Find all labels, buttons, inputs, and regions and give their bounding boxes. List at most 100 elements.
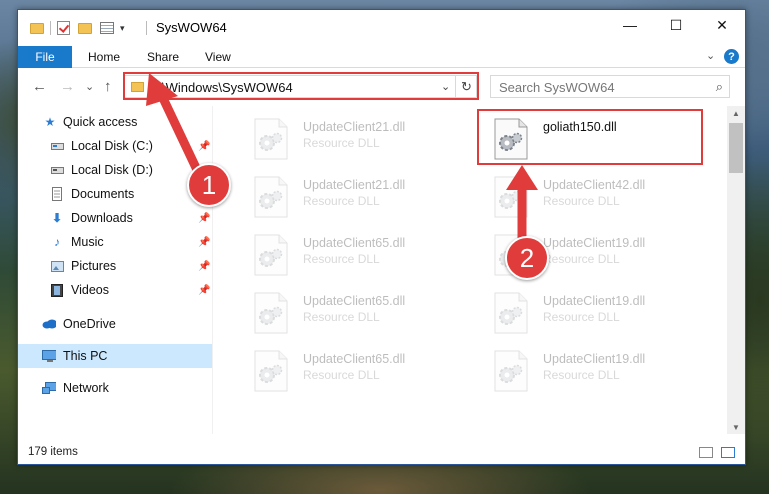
pin-icon: 📌: [198, 140, 211, 152]
sidebar-item-quick-access[interactable]: ★ Quick access: [18, 110, 212, 134]
cloud-icon: [42, 317, 56, 331]
file-item[interactable]: UpdateClient65.dll Resource DLL: [253, 230, 483, 282]
title-divider: [146, 21, 147, 35]
sidebar-item-downloads[interactable]: ⬇ Downloads 📌: [18, 206, 212, 230]
recent-locations-button[interactable]: ⌄: [85, 80, 94, 93]
sidebar-item-videos[interactable]: Videos 📌: [18, 278, 212, 302]
help-icon[interactable]: ?: [724, 49, 739, 64]
vertical-scrollbar[interactable]: ▲ ▼: [727, 106, 745, 434]
status-bar: 179 items: [18, 442, 745, 464]
sidebar-item-label: Music: [71, 235, 104, 249]
maximize-button[interactable]: ☐: [653, 10, 699, 40]
details-view-icon[interactable]: [699, 447, 713, 458]
sidebar-item-label: Videos: [71, 283, 109, 297]
file-name: UpdateClient65.dll: [303, 294, 406, 308]
folder-icon[interactable]: [30, 22, 44, 34]
sidebar-item-documents[interactable]: Documents: [18, 182, 212, 206]
file-item[interactable]: UpdateClient21.dll Resource DLL: [253, 114, 483, 166]
file-type: Resource DLL: [303, 368, 380, 382]
sidebar-item-label: Network: [63, 381, 109, 395]
ribbon-tabs: File Home Share View ⌄ ?: [18, 46, 745, 68]
close-button[interactable]: ✕: [699, 10, 745, 40]
sidebar-item-this-pc[interactable]: This PC: [18, 344, 212, 368]
file-item[interactable]: UpdateClient19.dll Resource DLL: [493, 346, 723, 398]
up-button[interactable]: ↑: [104, 78, 112, 95]
file-name: UpdateClient19.dll: [543, 236, 646, 250]
file-name: UpdateClient19.dll: [543, 294, 646, 308]
file-type: Resource DLL: [303, 136, 380, 150]
search-input[interactable]: Search SysWOW64: [499, 80, 615, 95]
large-icons-view-icon[interactable]: [721, 447, 735, 458]
expand-ribbon-icon[interactable]: ⌄: [706, 49, 715, 62]
forward-button[interactable]: →: [60, 78, 75, 95]
sidebar-item-label: Documents: [71, 187, 135, 201]
toolbar-divider: [50, 21, 51, 35]
properties-icon[interactable]: [100, 22, 114, 34]
file-list: UpdateClient21.dll Resource DLL UpdateClie…: [213, 106, 727, 434]
pin-icon: 📌: [198, 236, 211, 248]
videos-icon: [50, 283, 64, 297]
tab-home[interactable]: Home: [88, 50, 120, 64]
scroll-down-icon[interactable]: ▼: [727, 420, 745, 434]
back-button[interactable]: ←: [32, 78, 47, 95]
sidebar-item-label: Local Disk (D:): [71, 163, 153, 177]
sidebar-item-label: Quick access: [63, 115, 138, 129]
network-icon: [42, 381, 56, 395]
customize-toolbar-dropdown-icon[interactable]: ▾: [120, 23, 125, 34]
file-item[interactable]: UpdateClient65.dll Resource DLL: [253, 288, 483, 340]
tab-share[interactable]: Share: [147, 50, 179, 64]
file-name: UpdateClient21.dll: [303, 178, 406, 192]
file-type: Resource DLL: [543, 252, 620, 266]
sidebar-item-label: This PC: [63, 349, 108, 363]
dll-file-icon: [493, 176, 529, 218]
tab-view[interactable]: View: [205, 50, 231, 64]
address-highlight-box: [123, 72, 479, 100]
window-title: SysWOW64: [156, 20, 227, 35]
music-icon: ♪: [54, 235, 60, 249]
search-icon[interactable]: ⌕: [716, 79, 723, 95]
properties-check-icon[interactable]: [57, 21, 70, 35]
computer-icon: [42, 349, 56, 363]
downloads-icon: ⬇: [51, 211, 63, 225]
file-name: UpdateClient21.dll: [303, 120, 406, 134]
sidebar-item-local-disk-d[interactable]: Local Disk (D:): [18, 158, 212, 182]
navigation-bar: ← → ⌄ ↑ C:\Windows\SysWOW64 ⌄ ↻ Search S…: [18, 69, 745, 105]
sidebar-item-label: Downloads: [71, 211, 133, 225]
pin-icon: 📌: [198, 260, 211, 272]
file-highlight-box: [477, 109, 703, 165]
dll-file-icon: [493, 350, 529, 392]
drive-icon: [50, 139, 64, 153]
file-item[interactable]: UpdateClient19.dll Resource DLL: [493, 288, 723, 340]
scroll-thumb[interactable]: [729, 123, 743, 173]
file-name: UpdateClient19.dll: [543, 352, 646, 366]
file-type: Resource DLL: [543, 368, 620, 382]
file-type: Resource DLL: [543, 310, 620, 324]
tab-file[interactable]: File: [18, 46, 72, 68]
sidebar-item-music[interactable]: ♪ Music 📌: [18, 230, 212, 254]
item-count: 179 items: [28, 446, 78, 458]
minimize-button[interactable]: —: [607, 10, 653, 40]
drive-icon: [50, 163, 64, 177]
dll-file-icon: [253, 292, 289, 334]
dll-file-icon: [253, 234, 289, 276]
file-type: Resource DLL: [303, 310, 380, 324]
dll-file-icon: [253, 176, 289, 218]
file-item[interactable]: UpdateClient21.dll Resource DLL: [253, 172, 483, 224]
pictures-icon: [50, 259, 64, 273]
scroll-up-icon[interactable]: ▲: [727, 106, 745, 120]
search-box[interactable]: Search SysWOW64 ⌕: [490, 75, 730, 98]
title-bar: ▾ SysWOW64 — ☐ ✕: [18, 10, 745, 46]
sidebar-item-network[interactable]: Network: [18, 376, 212, 400]
file-item[interactable]: UpdateClient42.dll Resource DLL: [493, 172, 723, 224]
sidebar-item-local-disk-c[interactable]: Local Disk (C:) 📌: [18, 134, 212, 158]
new-folder-icon[interactable]: [78, 22, 92, 34]
documents-icon: [50, 187, 64, 201]
sidebar-item-label: Local Disk (C:): [71, 139, 153, 153]
sidebar-item-label: OneDrive: [63, 317, 116, 331]
sidebar-item-pictures[interactable]: Pictures 📌: [18, 254, 212, 278]
file-item[interactable]: UpdateClient65.dll Resource DLL: [253, 346, 483, 398]
star-icon: ★: [44, 115, 56, 129]
quick-access-toolbar: ▾: [30, 19, 125, 37]
sidebar-item-onedrive[interactable]: OneDrive: [18, 312, 212, 336]
dll-file-icon: [253, 118, 289, 160]
